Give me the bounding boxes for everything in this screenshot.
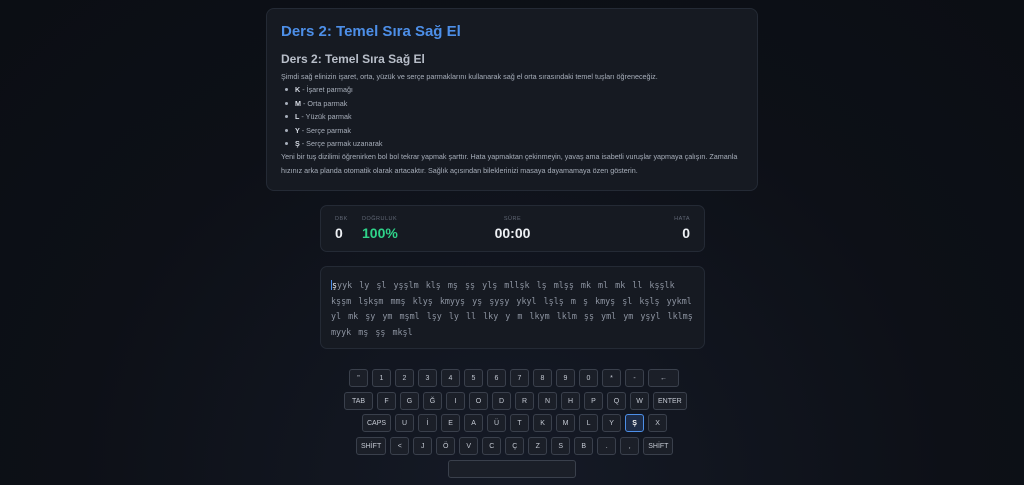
key-2-2[interactable]: İ [418, 414, 438, 432]
key-3-5[interactable]: C [482, 437, 502, 455]
lesson-title: Ders 2: Temel Sıra Sağ El [281, 23, 461, 40]
key-1-12[interactable]: W [630, 392, 649, 410]
keyboard-row-numbers: " 1 2 3 4 5 6 7 8 9 0 * - ← [349, 369, 679, 387]
key-1-0[interactable]: TAB [344, 392, 373, 410]
keyboard-row-home: CAPS U İ E A Ü T K M L Y Ş X [362, 414, 668, 432]
key-0-8[interactable]: 8 [533, 369, 552, 387]
key-0-0[interactable]: " [349, 369, 368, 387]
key-0-5[interactable]: 5 [464, 369, 483, 387]
key-2-1[interactable]: U [395, 414, 415, 432]
lesson-card: Ders 2: Temel Sıra Sağ El Ders 2: Temel … [266, 8, 758, 191]
key-3-7[interactable]: Z [528, 437, 548, 455]
practice-text-panel[interactable]: şyyk ly şl yşşlm klş mş şş ylş mllşk lş … [320, 266, 705, 349]
key-3-4[interactable]: V [459, 437, 479, 455]
finger-key: Ş [295, 139, 300, 149]
stat-error: HATA 0 [674, 216, 690, 241]
key-3-3[interactable]: Ö [436, 437, 456, 455]
key-1-13[interactable]: ENTER [653, 392, 687, 410]
finger-desc: - Yüzük parmak [301, 112, 352, 122]
key-0-13[interactable]: ← [648, 369, 679, 387]
wpm-label: DBK [335, 216, 348, 222]
key-0-12[interactable]: - [625, 369, 644, 387]
keyboard-row-top: TAB F G Ğ I O D R N H P Q W ENTER [344, 392, 687, 410]
finger-key: Y [295, 125, 300, 135]
stats-panel: SÜRE 00:00 DBK 0 DOĞRULUK 100% HATA 0 [320, 205, 705, 252]
lesson-subtitle: Ders 2: Temel Sıra Sağ El [281, 52, 425, 66]
key-3-1[interactable]: < [390, 437, 410, 455]
stat-accuracy: DOĞRULUK 100% [362, 216, 398, 241]
finger-desc: - Serçe parmak [301, 125, 351, 135]
key-0-4[interactable]: 4 [441, 369, 460, 387]
practice-text: şyyk ly şl yşşlm klş mş şş ylş mllşk lş … [331, 278, 694, 340]
key-1-2[interactable]: G [400, 392, 419, 410]
key-3-2[interactable]: J [413, 437, 433, 455]
key-1-4[interactable]: I [446, 392, 465, 410]
stat-wpm: DBK 0 [335, 216, 348, 241]
remaining-text: yyk ly şl yşşlm klş mş şş ylş mllşk lş m… [331, 280, 700, 337]
finger-item: M - Orta parmak [281, 97, 743, 110]
key-3-6[interactable]: Ç [505, 437, 525, 455]
key-0-9[interactable]: 9 [556, 369, 575, 387]
key-0-3[interactable]: 3 [418, 369, 437, 387]
keyboard-row-bottom: SHİFT < J Ö V C Ç Z S B., SHİFT [356, 437, 674, 455]
key-2-5[interactable]: Ü [487, 414, 507, 432]
key-3-9[interactable]: B [574, 437, 594, 455]
key-1-3[interactable]: Ğ [423, 392, 442, 410]
accuracy-label: DOĞRULUK [362, 216, 398, 222]
key-1-8[interactable]: N [538, 392, 557, 410]
finger-list: K - İşaret parmağı M - Orta parmak L - Y… [281, 83, 743, 150]
finger-key: M [295, 98, 301, 108]
key-1-7[interactable]: R [515, 392, 534, 410]
key-3-11[interactable]: , [620, 437, 640, 455]
finger-key: L [295, 112, 300, 122]
key-1-6[interactable]: D [492, 392, 511, 410]
lesson-outro: Yeni bir tuş dizilimi öğrenirken bol bol… [281, 152, 738, 175]
key-0-7[interactable]: 7 [510, 369, 529, 387]
key-2-3[interactable]: E [441, 414, 461, 432]
key-1-10[interactable]: P [584, 392, 603, 410]
finger-item: K - İşaret parmağı [281, 83, 743, 96]
key-1-5[interactable]: O [469, 392, 488, 410]
finger-item: Ş - Serçe parmak uzanarak [281, 137, 743, 150]
key-2-10[interactable]: Y [602, 414, 622, 432]
finger-item: L - Yüzük parmak [281, 110, 743, 123]
finger-item: Y - Serçe parmak [281, 124, 743, 137]
key-3-12[interactable]: SHİFT [643, 437, 674, 455]
accuracy-value: 100% [362, 225, 398, 241]
finger-desc: - Serçe parmak uzanarak [301, 139, 383, 149]
key-2-7[interactable]: K [533, 414, 553, 432]
key-0-10[interactable]: 0 [579, 369, 598, 387]
key-0-2[interactable]: 2 [395, 369, 414, 387]
lesson-intro: Şimdi sağ elinizin işaret, orta, yüzük v… [281, 72, 658, 81]
finger-key: K [295, 85, 301, 95]
key-1-1[interactable]: F [377, 392, 396, 410]
space-key[interactable] [448, 460, 576, 478]
wpm-value: 0 [335, 225, 343, 241]
key-2-4[interactable]: A [464, 414, 484, 432]
key-0-11[interactable]: * [602, 369, 621, 387]
error-value: 0 [682, 225, 690, 241]
key-2-12[interactable]: X [648, 414, 668, 432]
key-1-11[interactable]: Q [607, 392, 626, 410]
key-2-9[interactable]: L [579, 414, 599, 432]
key-3-8[interactable]: S [551, 437, 571, 455]
key-2-6[interactable]: T [510, 414, 530, 432]
key-1-9[interactable]: H [561, 392, 580, 410]
key-3-10[interactable]: . [597, 437, 617, 455]
finger-desc: - Orta parmak [303, 98, 348, 108]
key-3-0[interactable]: SHİFT [356, 437, 387, 455]
key-2-0[interactable]: CAPS [362, 414, 392, 432]
key-0-1[interactable]: 1 [372, 369, 391, 387]
error-label: HATA [674, 216, 690, 222]
finger-desc: - İşaret parmağı [302, 85, 353, 95]
key-2-11[interactable]: Ş [625, 414, 645, 432]
key-2-8[interactable]: M [556, 414, 576, 432]
key-0-6[interactable]: 6 [487, 369, 506, 387]
